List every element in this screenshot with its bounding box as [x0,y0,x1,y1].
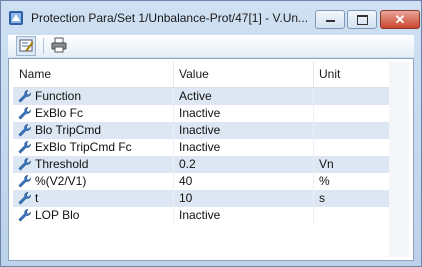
param-unit: s [319,191,325,205]
table-row[interactable]: ExBlo Fc Inactive [13,105,389,122]
table-header: Name Value Unit [13,62,389,88]
column-divider[interactable] [173,62,174,87]
cell-divider [173,122,174,139]
printer-icon [51,37,67,53]
param-value[interactable]: 10 [179,190,192,207]
column-header-unit[interactable]: Unit [319,62,340,87]
cell-divider [313,88,314,105]
param-name: Blo TripCmd [35,123,102,137]
param-unit: % [319,174,330,188]
parameter-window: Protection Para/Set 1/Unbalance-Prot/47[… [0,0,422,267]
close-icon: ✕ [394,12,406,27]
cell-divider [313,122,314,139]
cell-divider [313,105,314,122]
maximize-button[interactable] [347,10,377,29]
print-button[interactable] [50,36,70,56]
param-value[interactable]: 40 [179,173,192,190]
minimize-button[interactable] [315,10,345,29]
wrench-parameter-icon [18,90,31,103]
param-value[interactable]: Active [179,88,212,105]
param-value[interactable]: Inactive [179,105,220,122]
table-row[interactable]: t 10 s [13,190,389,207]
edit-parameters-button[interactable] [16,36,36,56]
edit-parameters-icon [19,39,34,52]
table-row[interactable]: LOP Blo Inactive [13,207,389,224]
table-row[interactable]: ExBlo TripCmd Fc Inactive [13,139,389,156]
param-unit: Vn [319,157,334,171]
param-name: %(V2/V1) [35,174,87,188]
column-divider[interactable] [313,62,314,87]
cell-divider [173,207,174,224]
wrench-parameter-icon [18,158,31,171]
cell-divider [173,173,174,190]
table-row[interactable]: Blo TripCmd Inactive [13,122,389,139]
wrench-parameter-icon [18,209,31,222]
param-value[interactable]: 0.2 [179,156,196,173]
cell-divider [173,190,174,207]
param-value[interactable]: Inactive [179,207,220,224]
wrench-parameter-icon [18,107,31,120]
param-name: t [35,191,39,205]
cell-divider [313,207,314,224]
param-name: ExBlo Fc [35,106,84,120]
wrench-parameter-icon [18,124,31,137]
wrench-parameter-icon [18,175,31,188]
param-name: Function [35,89,82,103]
wrench-parameter-icon [18,192,31,205]
param-value[interactable]: Inactive [179,122,220,139]
cell-divider [173,139,174,156]
maximize-icon [357,15,368,25]
cell-divider [313,173,314,190]
scrollbar-track[interactable] [389,62,409,257]
close-button[interactable]: ✕ [380,10,420,29]
column-header-name[interactable]: Name [19,62,51,87]
table-row[interactable]: Threshold 0.2 Vn [13,156,389,173]
toolbar [8,35,414,57]
parameter-table: Name Value Unit Function Active ExBlo Fc In… [13,62,389,258]
minimize-icon [326,20,335,22]
cell-divider [173,88,174,105]
param-name: LOP Blo [35,208,80,222]
table-body: Function Active ExBlo Fc Inactive Blo TripCm… [13,88,389,224]
param-name: Threshold [35,157,89,171]
title-bar[interactable]: Protection Para/Set 1/Unbalance-Prot/47[… [1,1,421,35]
cell-divider [313,139,314,156]
param-name: ExBlo TripCmd Fc [35,140,132,154]
cell-divider [313,156,314,173]
cell-divider [313,190,314,207]
table-row[interactable]: %(V2/V1) 40% [13,173,389,190]
toolbar-separator [43,38,44,54]
cell-divider [173,156,174,173]
table-row[interactable]: Function Active [13,88,389,105]
empty-row [13,241,389,258]
empty-row [13,224,389,241]
parameter-table-panel: Name Value Unit Function Active ExBlo Fc In… [8,58,414,261]
wrench-parameter-icon [18,141,31,154]
column-header-value[interactable]: Value [179,62,209,87]
cell-divider [173,105,174,122]
window-title: Protection Para/Set 1/Unbalance-Prot/47[… [31,11,309,25]
param-value[interactable]: Inactive [179,139,220,156]
app-icon [9,11,23,25]
